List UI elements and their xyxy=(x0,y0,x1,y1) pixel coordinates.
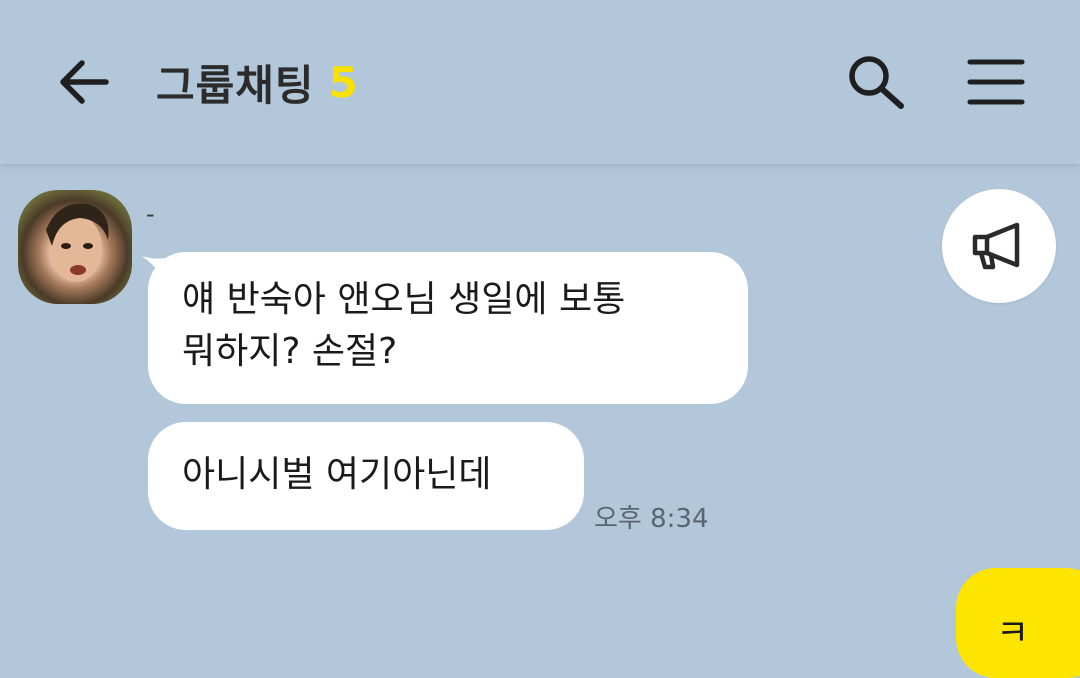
member-count: 5 xyxy=(328,57,358,107)
search-icon xyxy=(849,56,904,109)
announcement-button[interactable] xyxy=(942,189,1056,303)
arrow-left-icon xyxy=(60,60,109,104)
back-button[interactable] xyxy=(54,52,114,112)
megaphone-icon xyxy=(972,222,1020,270)
message-text-line: 뭐하지? 손절? xyxy=(182,331,398,372)
message-timestamp: 오후 8:34 xyxy=(594,504,709,534)
hamburger-menu-icon xyxy=(967,59,1025,105)
chat-title: 그룹채팅 5 xyxy=(156,50,358,114)
message-text: 아니시벌 여기아닌데 xyxy=(182,454,492,495)
chat-room-name: 그룹채팅 xyxy=(156,60,315,110)
message-bubble[interactable]: 얘 반숙아 앤오님 생일에 보통 뭐하지? 손절? xyxy=(148,252,748,404)
message-bubble[interactable]: 아니시벌 여기아닌데 xyxy=(148,422,584,530)
my-bubble-tail xyxy=(1040,568,1070,598)
profile-photo xyxy=(46,203,109,282)
sender-name: - xyxy=(146,200,155,228)
chat-header: 그룹채팅 5 xyxy=(0,0,1080,164)
search-button[interactable] xyxy=(843,52,909,112)
my-message-text: ㅋ xyxy=(996,613,1030,654)
menu-button[interactable] xyxy=(966,56,1026,108)
message-text-line: 얘 반숙아 앤오님 생일에 보통 xyxy=(182,279,626,320)
sender-avatar[interactable] xyxy=(18,190,132,304)
